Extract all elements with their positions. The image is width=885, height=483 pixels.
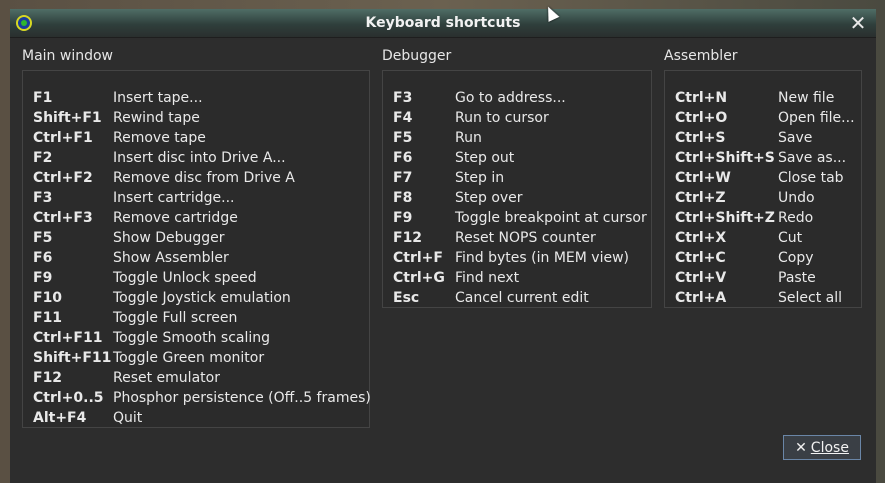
close-window-icon[interactable]: ✕ bbox=[848, 13, 868, 33]
shortcut-description: Remove disc from Drive A bbox=[113, 170, 295, 186]
shortcut-description: Insert disc into Drive A... bbox=[113, 150, 286, 166]
shortcut-description: Toggle breakpoint at cursor bbox=[455, 210, 647, 226]
close-button[interactable]: ✕ Close bbox=[783, 435, 861, 460]
keyboard-shortcuts-dialog: Keyboard shortcuts ✕ Main window Debugge… bbox=[10, 9, 876, 483]
shortcut-key: F3 bbox=[33, 190, 53, 206]
shortcut-key: Ctrl+W bbox=[675, 170, 731, 186]
shortcut-description: Run bbox=[455, 130, 482, 146]
shortcut-key: F12 bbox=[393, 230, 423, 246]
shortcut-key: Esc bbox=[393, 290, 420, 306]
shortcut-description: Toggle Full screen bbox=[113, 310, 238, 326]
shortcut-key: Ctrl+C bbox=[675, 250, 726, 266]
shortcut-key: Ctrl+0..5 bbox=[33, 390, 104, 406]
shortcut-description: Run to cursor bbox=[455, 110, 549, 126]
shortcut-key: Alt+F4 bbox=[33, 410, 87, 426]
shortcut-key: F9 bbox=[33, 270, 53, 286]
shortcut-key: F2 bbox=[33, 150, 53, 166]
section-title-assembler: Assembler bbox=[664, 48, 738, 64]
shortcut-description: Toggle Unlock speed bbox=[113, 270, 257, 286]
shortcut-description: Go to address... bbox=[455, 90, 566, 106]
shortcut-key: Shift+F1 bbox=[33, 110, 102, 126]
shortcut-key: Ctrl+Shift+S bbox=[675, 150, 775, 166]
shortcut-key: F5 bbox=[393, 130, 413, 146]
close-icon: ✕ bbox=[795, 440, 807, 456]
shortcut-key: F11 bbox=[33, 310, 63, 326]
shortcut-key: F8 bbox=[393, 190, 413, 206]
shortcut-key: Ctrl+G bbox=[393, 270, 445, 286]
main-window-shortcuts-panel: F1 Insert tape... Shift+F1 Rewind tape Ctrl+… bbox=[22, 70, 371, 428]
debugger-shortcuts-panel: F3 Go to address... F4 Run to cursor F5 Run F6… bbox=[382, 70, 652, 308]
shortcut-key: Ctrl+V bbox=[675, 270, 727, 286]
shortcut-description: Select all bbox=[778, 290, 842, 306]
shortcut-key: Ctrl+Shift+Z bbox=[675, 210, 775, 226]
shortcut-description: Toggle Green monitor bbox=[113, 350, 265, 366]
shortcut-key: Ctrl+A bbox=[675, 290, 727, 306]
shortcut-key: Ctrl+F1 bbox=[33, 130, 93, 146]
shortcut-key: Ctrl+F bbox=[393, 250, 443, 266]
shortcut-description: Undo bbox=[778, 190, 815, 206]
shortcut-description: Close tab bbox=[778, 170, 844, 186]
shortcut-description: Toggle Joystick emulation bbox=[113, 290, 291, 306]
section-title-debugger: Debugger bbox=[382, 48, 452, 64]
shortcut-description: Step out bbox=[455, 150, 515, 166]
shortcut-description: Insert tape... bbox=[113, 90, 203, 106]
shortcut-description: Remove tape bbox=[113, 130, 206, 146]
shortcut-description: Rewind tape bbox=[113, 110, 200, 126]
shortcut-description: Phosphor persistence (Off..5 frames) bbox=[113, 390, 371, 406]
shortcut-key: F10 bbox=[33, 290, 63, 306]
shortcut-description: Save bbox=[778, 130, 813, 146]
shortcut-description: Copy bbox=[778, 250, 814, 266]
window-title: Keyboard shortcuts bbox=[365, 15, 521, 31]
shortcut-description: Reset emulator bbox=[113, 370, 220, 386]
shortcut-description: Show Assembler bbox=[113, 250, 229, 266]
shortcut-key: Ctrl+X bbox=[675, 230, 727, 246]
shortcut-description: Step over bbox=[455, 190, 523, 206]
title-bar[interactable]: Keyboard shortcuts ✕ bbox=[10, 9, 876, 38]
shortcut-description: Remove cartridge bbox=[113, 210, 238, 226]
shortcut-description: Cut bbox=[778, 230, 803, 246]
shortcut-key: F6 bbox=[33, 250, 53, 266]
shortcut-key: F12 bbox=[33, 370, 63, 386]
shortcut-key: Ctrl+N bbox=[675, 90, 728, 106]
shortcut-description: Insert cartridge... bbox=[113, 190, 235, 206]
shortcut-key: F1 bbox=[33, 90, 53, 106]
shortcut-key: F3 bbox=[393, 90, 413, 106]
shortcut-description: Cancel current edit bbox=[455, 290, 589, 306]
shortcut-key: Ctrl+S bbox=[675, 130, 726, 146]
shortcut-description: Find bytes (in MEM view) bbox=[455, 250, 629, 266]
shortcut-description: Paste bbox=[778, 270, 816, 286]
shortcut-key: F4 bbox=[393, 110, 413, 126]
shortcut-description: New file bbox=[778, 90, 835, 106]
shortcut-description: Open file... bbox=[778, 110, 855, 126]
shortcut-description: Toggle Smooth scaling bbox=[113, 330, 271, 346]
close-button-label: Close bbox=[810, 440, 849, 456]
shortcut-key: Ctrl+O bbox=[675, 110, 728, 126]
assembler-shortcuts-panel: Ctrl+N New file Ctrl+O Open file... Ctrl+S Sa… bbox=[664, 70, 862, 308]
shortcut-key: F5 bbox=[33, 230, 53, 246]
shortcut-description: Find next bbox=[455, 270, 520, 286]
shortcut-description: Step in bbox=[455, 170, 505, 186]
section-title-main-window: Main window bbox=[22, 48, 113, 64]
shortcut-description: Save as... bbox=[778, 150, 847, 166]
shortcut-description: Show Debugger bbox=[113, 230, 225, 246]
shortcut-key: Ctrl+F3 bbox=[33, 210, 93, 226]
shortcut-key: Ctrl+Z bbox=[675, 190, 726, 206]
shortcut-key: F7 bbox=[393, 170, 413, 186]
shortcut-description: Quit bbox=[113, 410, 143, 426]
shortcut-key: F9 bbox=[393, 210, 413, 226]
shortcut-key: Ctrl+F2 bbox=[33, 170, 93, 186]
shortcut-key: Ctrl+F11 bbox=[33, 330, 103, 346]
shortcut-key: Shift+F11 bbox=[33, 350, 112, 366]
shortcut-key: F6 bbox=[393, 150, 413, 166]
shortcut-description: Redo bbox=[778, 210, 814, 226]
shortcut-description: Reset NOPS counter bbox=[455, 230, 596, 246]
